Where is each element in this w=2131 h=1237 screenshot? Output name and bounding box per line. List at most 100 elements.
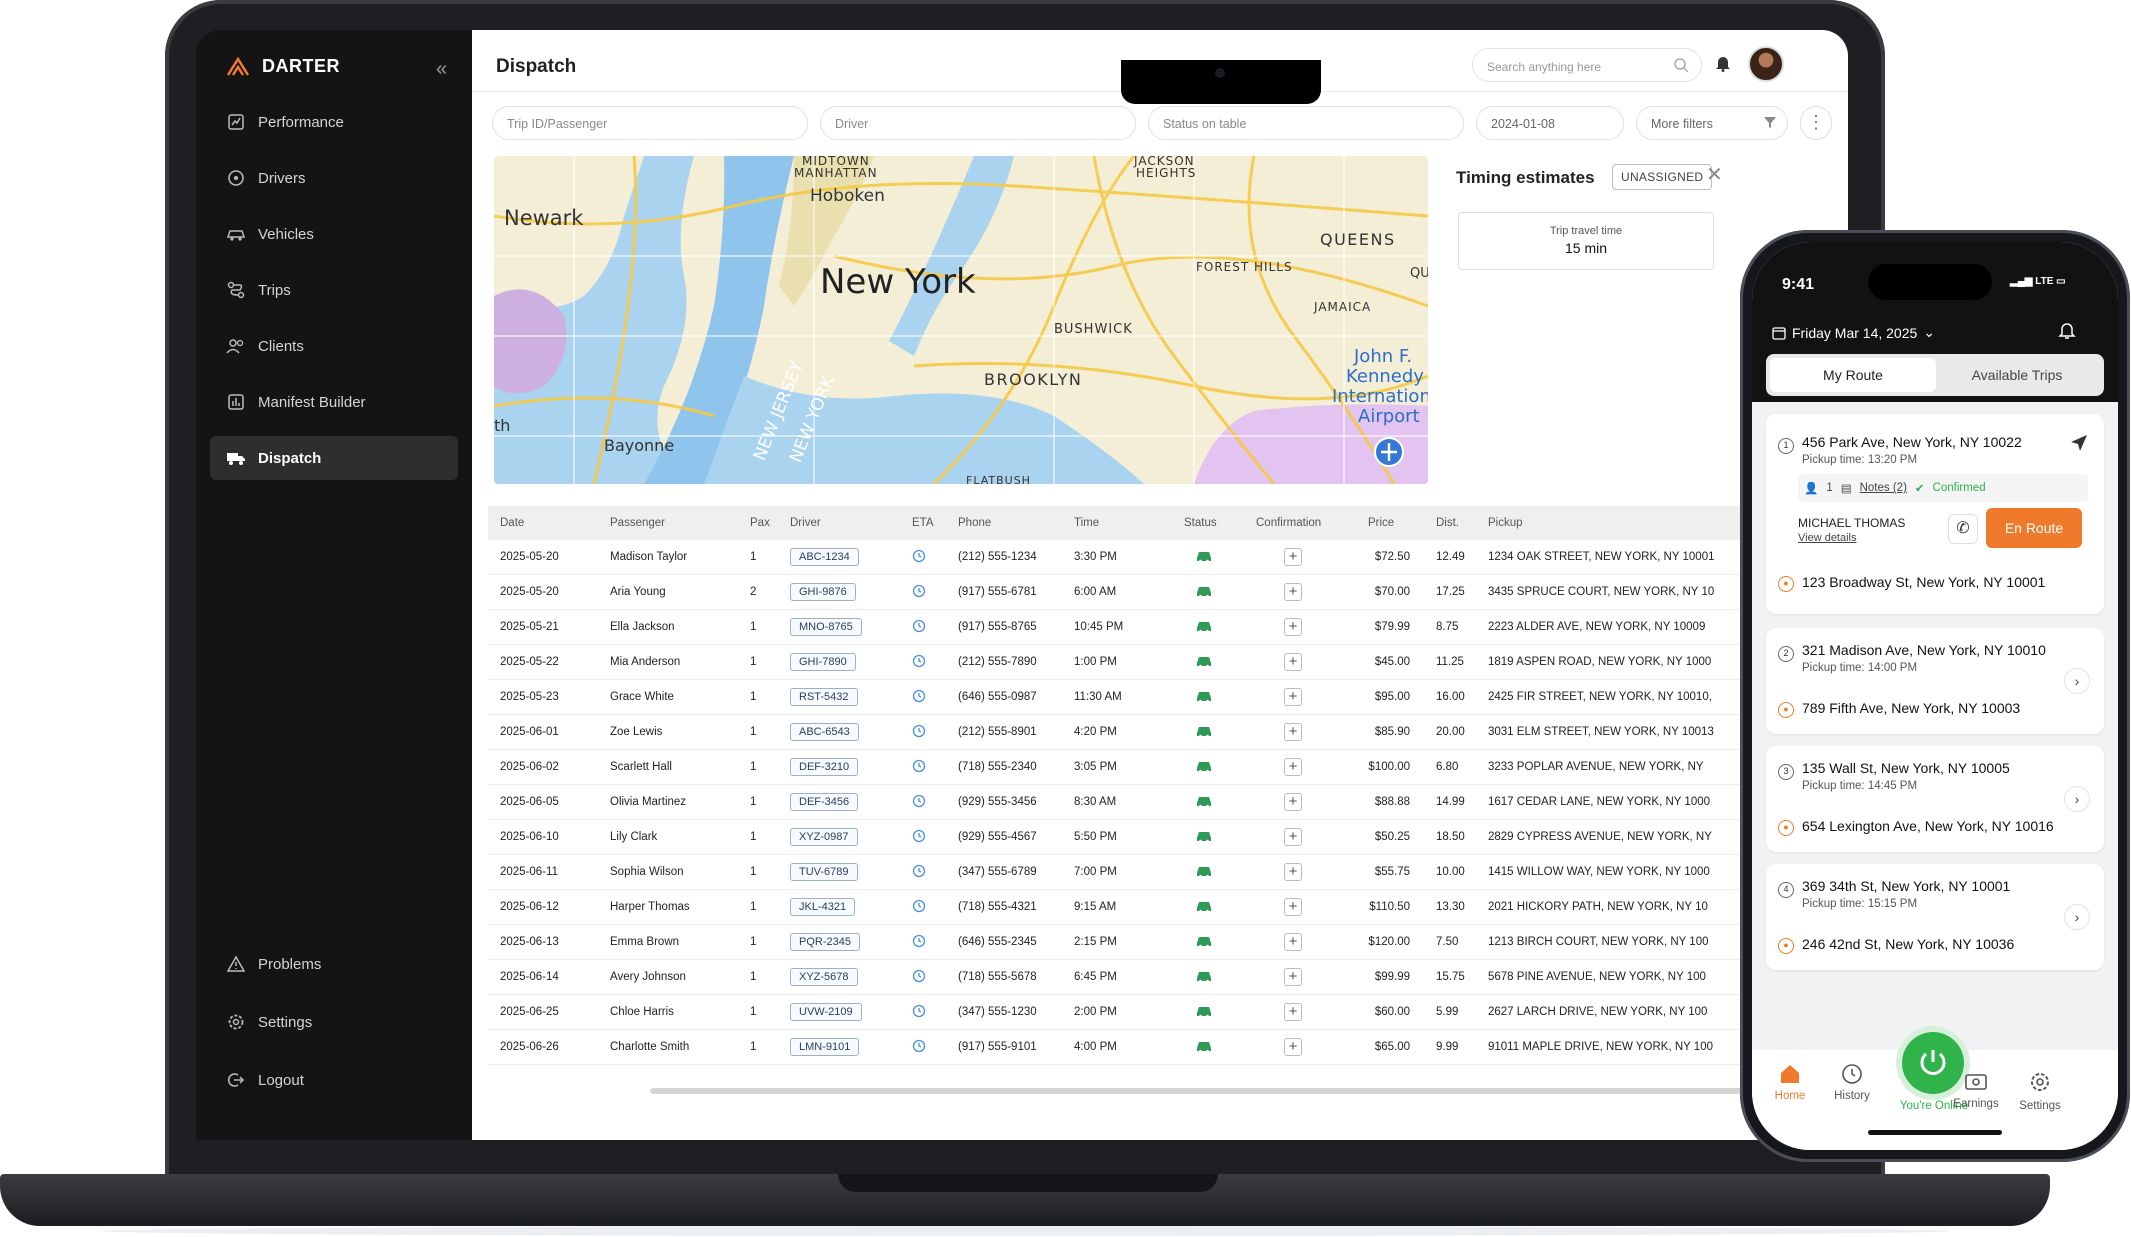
clock-icon[interactable] bbox=[912, 1004, 926, 1018]
clock-icon[interactable] bbox=[912, 689, 926, 703]
add-confirmation-button[interactable]: + bbox=[1284, 933, 1302, 951]
column-header[interactable]: Phone bbox=[946, 517, 1062, 529]
column-header[interactable]: Confirmation bbox=[1244, 517, 1356, 529]
vehicle-plate-badge[interactable]: ABC-1234 bbox=[790, 548, 859, 566]
chevron-right-icon[interactable]: › bbox=[2064, 904, 2090, 930]
close-icon[interactable]: ✕ bbox=[1706, 162, 1723, 187]
sidebar-item-drivers[interactable]: Drivers bbox=[210, 156, 458, 200]
add-confirmation-button[interactable]: + bbox=[1284, 898, 1302, 916]
table-row[interactable]: 2025-06-01 Zoe Lewis 1 ABC-6543 (212) 555-89… bbox=[488, 715, 1848, 750]
column-header[interactable]: Date bbox=[488, 517, 598, 529]
column-header[interactable]: Price bbox=[1356, 517, 1424, 529]
tab-available-trips[interactable]: Available Trips bbox=[1934, 358, 2100, 392]
vehicle-plate-badge[interactable]: DEF-3456 bbox=[790, 793, 859, 811]
date-selector[interactable]: Friday Mar 14, 2025 ⌄ bbox=[1772, 324, 1935, 341]
add-confirmation-button[interactable]: + bbox=[1284, 688, 1302, 706]
home-icon[interactable] bbox=[1778, 1062, 1802, 1086]
vehicle-plate-badge[interactable]: LMN-9101 bbox=[790, 1038, 860, 1056]
route-card[interactable]: 3 135 Wall St, New York, NY 10005 Pickup… bbox=[1766, 746, 2104, 852]
search-input[interactable]: Search anything here bbox=[1472, 48, 1702, 82]
add-confirmation-button[interactable]: + bbox=[1284, 723, 1302, 741]
column-header[interactable]: Time bbox=[1062, 517, 1172, 529]
table-row[interactable]: 2025-05-22 Mia Anderson 1 GHI-7890 (212) 555… bbox=[488, 645, 1848, 680]
clock-icon[interactable] bbox=[912, 619, 926, 633]
clock-icon[interactable] bbox=[912, 549, 926, 563]
table-row[interactable]: 2025-06-05 Olivia Martinez 1 DEF-3456 (929) … bbox=[488, 785, 1848, 820]
collapse-sidebar-icon[interactable]: « bbox=[436, 58, 447, 81]
notification-bell-icon[interactable] bbox=[1715, 54, 1731, 72]
history-icon[interactable] bbox=[1840, 1062, 1864, 1086]
vehicle-plate-badge[interactable]: JKL-4321 bbox=[790, 898, 856, 916]
table-row[interactable]: 2025-06-12 Harper Thomas 1 JKL-4321 (718) 55… bbox=[488, 890, 1848, 925]
horizontal-scrollbar[interactable] bbox=[650, 1088, 1750, 1094]
vehicle-plate-badge[interactable]: XYZ-0987 bbox=[790, 828, 858, 846]
earnings-icon[interactable] bbox=[1964, 1070, 1988, 1094]
tab-my-route[interactable]: My Route bbox=[1770, 358, 1936, 392]
chevron-right-icon[interactable]: › bbox=[2064, 786, 2090, 812]
column-header[interactable]: Passenger bbox=[598, 517, 738, 529]
chevron-right-icon[interactable]: › bbox=[2064, 668, 2090, 694]
table-row[interactable]: 2025-05-21 Ella Jackson 1 MNO-8765 (917) 555… bbox=[488, 610, 1848, 645]
add-confirmation-button[interactable]: + bbox=[1284, 618, 1302, 636]
vehicle-plate-badge[interactable]: UVW-2109 bbox=[790, 1003, 862, 1021]
vehicle-plate-badge[interactable]: PQR-2345 bbox=[790, 933, 860, 951]
table-row[interactable]: 2025-06-02 Scarlett Hall 1 DEF-3210 (718) 55… bbox=[488, 750, 1848, 785]
route-card[interactable]: 4 369 34th St, New York, NY 10001 Pickup… bbox=[1766, 864, 2104, 970]
nav-settings[interactable]: Settings bbox=[2010, 1100, 2070, 1112]
table-row[interactable]: 2025-05-20 Aria Young 2 GHI-9876 (917) 555-6… bbox=[488, 575, 1848, 610]
add-confirmation-button[interactable]: + bbox=[1284, 1038, 1302, 1056]
navigate-icon[interactable] bbox=[2070, 434, 2088, 452]
clock-icon[interactable] bbox=[912, 934, 926, 948]
add-confirmation-button[interactable]: + bbox=[1284, 828, 1302, 846]
route-card-active[interactable]: 1 456 Park Ave, New York, NY 10022 Picku… bbox=[1766, 414, 2104, 614]
table-row[interactable]: 2025-06-14 Avery Johnson 1 XYZ-5678 (718) 55… bbox=[488, 960, 1848, 995]
vehicle-plate-badge[interactable]: TUV-6789 bbox=[790, 863, 858, 881]
online-power-button[interactable] bbox=[1902, 1032, 1964, 1094]
gear-icon[interactable] bbox=[2028, 1070, 2052, 1094]
nav-history[interactable]: History bbox=[1822, 1090, 1882, 1102]
add-confirmation-button[interactable]: + bbox=[1284, 548, 1302, 566]
clock-icon[interactable] bbox=[912, 969, 926, 983]
add-confirmation-button[interactable]: + bbox=[1284, 1003, 1302, 1021]
call-phone-icon[interactable]: ✆ bbox=[1948, 514, 1978, 544]
route-card[interactable]: 2 321 Madison Ave, New York, NY 10010 Pi… bbox=[1766, 628, 2104, 734]
clock-icon[interactable] bbox=[912, 864, 926, 878]
column-header[interactable]: ETA bbox=[900, 517, 946, 529]
column-header[interactable]: Dist. bbox=[1424, 517, 1476, 529]
vehicle-plate-badge[interactable]: ABC-6543 bbox=[790, 723, 859, 741]
vehicle-plate-badge[interactable]: GHI-7890 bbox=[790, 653, 856, 671]
brand-logo[interactable]: DARTER bbox=[226, 56, 340, 77]
vehicle-plate-badge[interactable]: DEF-3210 bbox=[790, 758, 859, 776]
notes-link[interactable]: Notes (2) bbox=[1860, 482, 1907, 494]
table-row[interactable]: 2025-06-26 Charlotte Smith 1 LMN-9101 (917) … bbox=[488, 1030, 1848, 1065]
nav-home[interactable]: Home bbox=[1760, 1090, 1820, 1102]
table-row[interactable]: 2025-06-11 Sophia Wilson 1 TUV-6789 (347) 55… bbox=[488, 855, 1848, 890]
column-header[interactable]: Pax bbox=[738, 517, 778, 529]
add-confirmation-button[interactable]: + bbox=[1284, 653, 1302, 671]
vehicle-plate-badge[interactable]: MNO-8765 bbox=[790, 618, 862, 636]
table-row[interactable]: 2025-05-20 Madison Taylor 1 ABC-1234 (212) 5… bbox=[488, 540, 1848, 575]
status-filter[interactable]: Status on table bbox=[1148, 106, 1464, 140]
clock-icon[interactable] bbox=[912, 724, 926, 738]
vehicle-plate-badge[interactable]: RST-5432 bbox=[790, 688, 858, 706]
table-row[interactable]: 2025-06-13 Emma Brown 1 PQR-2345 (646) 555-2… bbox=[488, 925, 1848, 960]
trip-passenger-filter[interactable]: Trip ID/Passenger bbox=[492, 106, 808, 140]
more-filters-button[interactable]: More filters bbox=[1636, 106, 1788, 140]
clock-icon[interactable] bbox=[912, 759, 926, 773]
table-row[interactable]: 2025-05-23 Grace White 1 RST-5432 (646) 555-… bbox=[488, 680, 1848, 715]
clock-icon[interactable] bbox=[912, 794, 926, 808]
view-details-link[interactable]: View details bbox=[1798, 532, 1857, 544]
driver-filter[interactable]: Driver bbox=[820, 106, 1136, 140]
en-route-button[interactable]: En Route bbox=[1986, 508, 2082, 548]
clock-icon[interactable] bbox=[912, 654, 926, 668]
sidebar-item-dispatch[interactable]: Dispatch bbox=[210, 436, 458, 480]
dispatch-map[interactable]: MIDTOWN MANHATTAN JACKSON HEIGHTS Newark… bbox=[494, 156, 1428, 484]
clock-icon[interactable] bbox=[912, 829, 926, 843]
add-confirmation-button[interactable]: + bbox=[1284, 758, 1302, 776]
sidebar-item-trips[interactable]: Trips bbox=[210, 268, 458, 312]
column-header[interactable]: Status bbox=[1172, 517, 1244, 529]
sidebar-item-clients[interactable]: Clients bbox=[210, 324, 458, 368]
add-confirmation-button[interactable]: + bbox=[1284, 793, 1302, 811]
clock-icon[interactable] bbox=[912, 584, 926, 598]
clock-icon[interactable] bbox=[912, 899, 926, 913]
